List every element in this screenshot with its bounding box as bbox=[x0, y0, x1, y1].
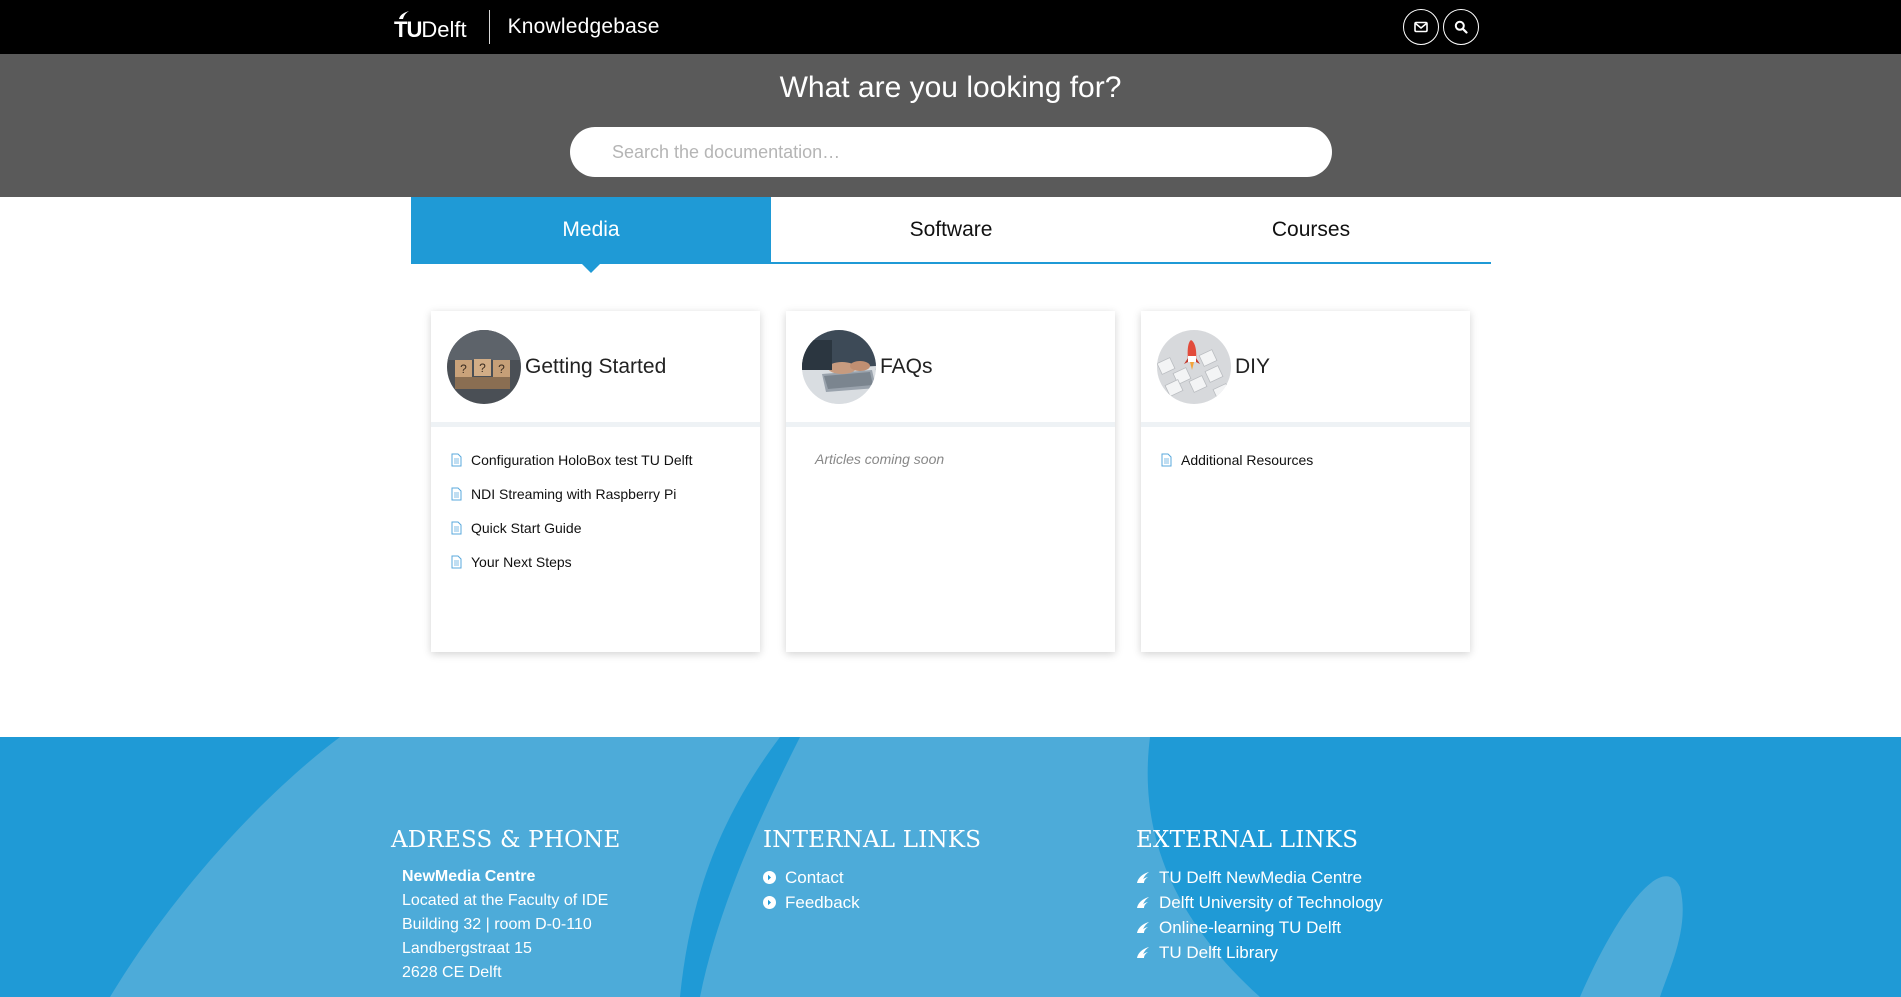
question-blocks-image: ? ? ? bbox=[447, 329, 521, 404]
laptop-typing-image bbox=[802, 329, 876, 404]
search-input[interactable] bbox=[570, 127, 1332, 177]
article-title: Your Next Steps bbox=[471, 554, 572, 570]
internal-links-heading: INTERNAL LINKS bbox=[763, 827, 982, 853]
keyboard-rocket-image bbox=[1157, 329, 1231, 404]
article-title: Additional Resources bbox=[1181, 452, 1314, 468]
external-links-heading: EXTERNAL LINKS bbox=[1136, 827, 1359, 853]
category-cards: ? ? ? Getting Started Configuration Holo… bbox=[431, 311, 1470, 652]
address-line: Located at the Faculty of IDE bbox=[402, 892, 609, 909]
tu-delft-logo[interactable]: TU Delft bbox=[394, 11, 467, 42]
article-link[interactable]: Your Next Steps bbox=[451, 545, 740, 579]
card-header[interactable]: ? ? ? Getting Started bbox=[431, 311, 760, 427]
mail-button[interactable] bbox=[1403, 9, 1439, 45]
circle-chevron-icon bbox=[763, 871, 776, 884]
article-link[interactable]: Configuration HoloBox test TU Delft bbox=[451, 443, 740, 477]
svg-text:?: ? bbox=[460, 362, 467, 376]
footer-internal-links-column: INTERNAL LINKS Contact Feedback bbox=[763, 827, 981, 915]
brand[interactable]: TU Delft Knowledgebase bbox=[394, 8, 660, 46]
search-icon bbox=[1454, 20, 1468, 34]
footer-link-newmedia[interactable]: TU Delft NewMedia Centre bbox=[1136, 865, 1383, 890]
brand-divider bbox=[488, 10, 490, 44]
article-list: Configuration HoloBox test TU Delft NDI … bbox=[431, 427, 760, 595]
address-line: 2628 CE Delft bbox=[402, 964, 502, 981]
tu-flame-icon bbox=[1137, 872, 1149, 883]
article-link[interactable]: NDI Streaming with Raspberry Pi bbox=[451, 477, 740, 511]
logo-tu: TU bbox=[394, 17, 422, 42]
card-header[interactable]: DIY bbox=[1141, 311, 1470, 427]
footer-link-feedback[interactable]: Feedback bbox=[763, 890, 981, 915]
hero-title: What are you looking for? bbox=[779, 71, 1122, 104]
svg-text:?: ? bbox=[498, 362, 505, 376]
address-block: NewMedia Centre Located at the Faculty o… bbox=[391, 865, 620, 985]
footer-address-column: ADRESS & PHONE NewMedia Centre Located a… bbox=[391, 827, 620, 985]
card-faqs: FAQs Articles coming soon bbox=[786, 311, 1115, 652]
svg-text:?: ? bbox=[479, 361, 486, 375]
tu-flame-icon bbox=[1137, 947, 1149, 958]
tu-flame-icon bbox=[1137, 897, 1149, 908]
empty-state-text: Articles coming soon bbox=[815, 451, 945, 467]
flame-icon bbox=[399, 11, 409, 19]
address-line: Landbergstraat 15 bbox=[402, 940, 532, 957]
card-header[interactable]: FAQs bbox=[786, 311, 1115, 427]
tab-media[interactable]: Media bbox=[411, 197, 771, 273]
footer-external-links-column: EXTERNAL LINKS TU Delft NewMedia Centre … bbox=[1136, 827, 1383, 965]
card-title: DIY bbox=[1235, 354, 1271, 378]
card-diy: DIY Additional Resources bbox=[1141, 311, 1470, 652]
category-tabs: Media Software Courses bbox=[411, 197, 1491, 273]
tab-courses[interactable]: Courses bbox=[1131, 197, 1491, 262]
footer-link-label: Contact bbox=[785, 868, 844, 887]
card-thumbnail bbox=[1157, 329, 1231, 404]
document-icon bbox=[1161, 453, 1172, 467]
article-list: Articles coming soon bbox=[786, 427, 1115, 483]
mail-icon bbox=[1414, 21, 1428, 33]
tu-flame-icon bbox=[1137, 922, 1149, 933]
circle-chevron-icon bbox=[763, 896, 776, 909]
footer-link-online-learning[interactable]: Online-learning TU Delft bbox=[1136, 915, 1383, 940]
address-heading: ADRESS & PHONE bbox=[391, 827, 621, 853]
search-hero: What are you looking for? bbox=[0, 54, 1901, 197]
logo-delft: Delft bbox=[421, 17, 467, 42]
footer: ADRESS & PHONE NewMedia Centre Located a… bbox=[0, 737, 1901, 997]
card-getting-started: ? ? ? Getting Started Configuration Holo… bbox=[431, 311, 760, 652]
site-title[interactable]: Knowledgebase bbox=[508, 15, 660, 39]
document-icon bbox=[451, 521, 462, 535]
footer-link-label: TU Delft Library bbox=[1159, 943, 1279, 962]
footer-link-contact[interactable]: Contact bbox=[763, 865, 981, 890]
article-link[interactable]: Additional Resources bbox=[1161, 443, 1450, 477]
footer-link-tudelft[interactable]: Delft University of Technology bbox=[1136, 890, 1383, 915]
document-icon bbox=[451, 487, 462, 501]
footer-link-library[interactable]: TU Delft Library bbox=[1136, 940, 1383, 965]
footer-link-label: Online-learning TU Delft bbox=[1159, 918, 1342, 937]
article-title: Quick Start Guide bbox=[471, 520, 582, 536]
card-thumbnail: ? ? ? bbox=[447, 329, 521, 404]
card-title: FAQs bbox=[880, 354, 933, 378]
document-icon bbox=[451, 453, 462, 467]
search-button[interactable] bbox=[1443, 9, 1479, 45]
header-actions bbox=[1403, 9, 1479, 45]
footer-link-label: TU Delft NewMedia Centre bbox=[1159, 868, 1363, 887]
article-title: NDI Streaming with Raspberry Pi bbox=[471, 486, 677, 502]
top-bar: TU Delft Knowledgebase bbox=[0, 0, 1901, 54]
address-line: Building 32 | room D-0-110 bbox=[402, 916, 592, 933]
card-thumbnail bbox=[802, 329, 876, 404]
footer-link-label: Delft University of Technology bbox=[1159, 893, 1383, 912]
card-title: Getting Started bbox=[525, 354, 667, 378]
article-link[interactable]: Quick Start Guide bbox=[451, 511, 740, 545]
article-list: Additional Resources bbox=[1141, 427, 1470, 493]
article-title: Configuration HoloBox test TU Delft bbox=[471, 452, 693, 468]
footer-link-label: Feedback bbox=[785, 893, 860, 912]
address-name: NewMedia Centre bbox=[402, 868, 536, 885]
tab-software[interactable]: Software bbox=[771, 197, 1131, 262]
document-icon bbox=[451, 555, 462, 569]
